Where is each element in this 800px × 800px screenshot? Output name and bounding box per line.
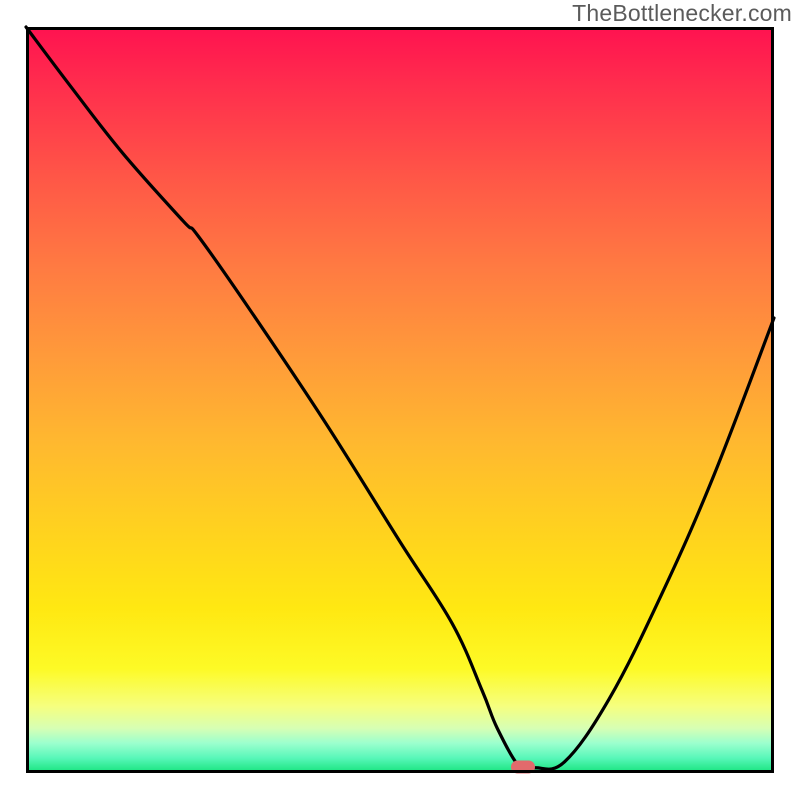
plot-area — [26, 27, 774, 773]
chart-frame: TheBottlenecker.com — [0, 0, 800, 800]
watermark-text: TheBottlenecker.com — [572, 0, 792, 27]
bottleneck-curve — [26, 27, 774, 771]
curve-svg — [26, 27, 774, 773]
minimum-marker — [511, 761, 535, 774]
